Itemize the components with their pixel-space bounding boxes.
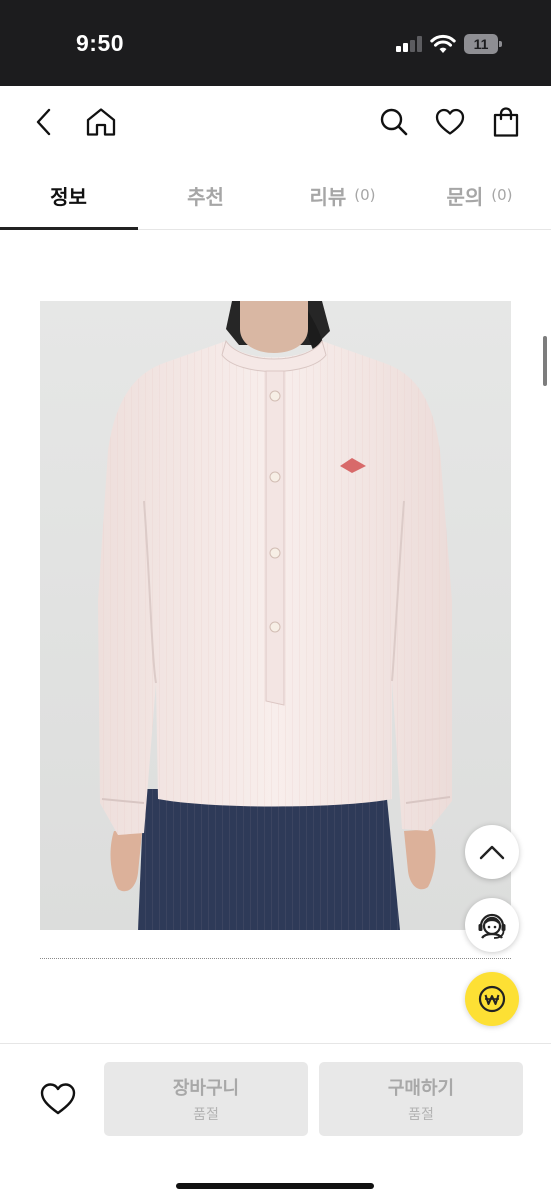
product-image <box>40 301 511 930</box>
back-arrow-icon <box>36 108 51 136</box>
customer-service-button[interactable] <box>465 898 519 952</box>
home-button[interactable] <box>83 104 119 140</box>
scroll-to-top-button[interactable] <box>465 825 519 879</box>
cellular-signal-icon <box>396 36 422 52</box>
home-icon <box>86 108 116 136</box>
status-bar: 9:50 11 <box>0 0 551 86</box>
product-tabs: 정보 추천 리뷰 (0) 문의 (0) <box>0 160 551 230</box>
active-tab-indicator <box>0 227 138 230</box>
tab-count: (0) <box>491 186 513 204</box>
chevron-up-icon <box>479 845 505 860</box>
content-divider <box>40 958 511 959</box>
won-pay-icon <box>478 985 506 1013</box>
tab-count: (0) <box>354 186 376 204</box>
tab-label: 정보 <box>50 184 87 209</box>
product-detail-screen: 9:50 11 정보 추천 리뷰 (0) 문의 (0) 장바구니 품절 구매하기… <box>0 0 551 1200</box>
cart-button-label: 장바구니 <box>172 1078 240 1099</box>
battery-level: 11 <box>473 36 489 52</box>
purchase-bar: 장바구니 품절 구매하기 품절 <box>0 1043 551 1200</box>
tab-label: 추천 <box>187 184 224 209</box>
search-button[interactable] <box>376 104 412 140</box>
buy-sold-out-label: 품절 <box>408 1107 434 1123</box>
shopping-bag-icon <box>493 107 519 137</box>
battery-icon: 11 <box>464 34 502 54</box>
search-icon <box>380 108 408 136</box>
heart-outline-icon <box>40 1083 76 1115</box>
status-time: 9:50 <box>76 30 125 56</box>
home-indicator[interactable] <box>176 1183 374 1189</box>
top-navigation <box>0 86 551 160</box>
cart-button[interactable] <box>488 104 524 140</box>
bottom-wishlist-button[interactable] <box>36 1077 80 1121</box>
cart-sold-out-label: 품절 <box>193 1107 219 1123</box>
customer-service-icon <box>478 913 506 939</box>
tab-label: 문의 <box>446 184 484 209</box>
add-to-cart-button[interactable]: 장바구니 품절 <box>104 1062 308 1136</box>
buy-now-button[interactable]: 구매하기 품절 <box>319 1062 523 1136</box>
tab-reviews[interactable]: 리뷰 (0) <box>274 160 411 230</box>
payment-button[interactable] <box>465 972 519 1026</box>
scrollbar[interactable] <box>543 336 547 386</box>
buy-button-label: 구매하기 <box>387 1078 455 1099</box>
tab-info[interactable]: 정보 <box>0 160 137 230</box>
wishlist-button[interactable] <box>432 104 468 140</box>
wifi-icon <box>430 34 456 54</box>
tab-label: 리뷰 <box>309 184 347 209</box>
heart-icon <box>435 108 465 135</box>
tab-inquiry[interactable]: 문의 (0) <box>411 160 548 230</box>
back-button[interactable] <box>26 104 62 140</box>
tab-recommend[interactable]: 추천 <box>137 160 274 230</box>
